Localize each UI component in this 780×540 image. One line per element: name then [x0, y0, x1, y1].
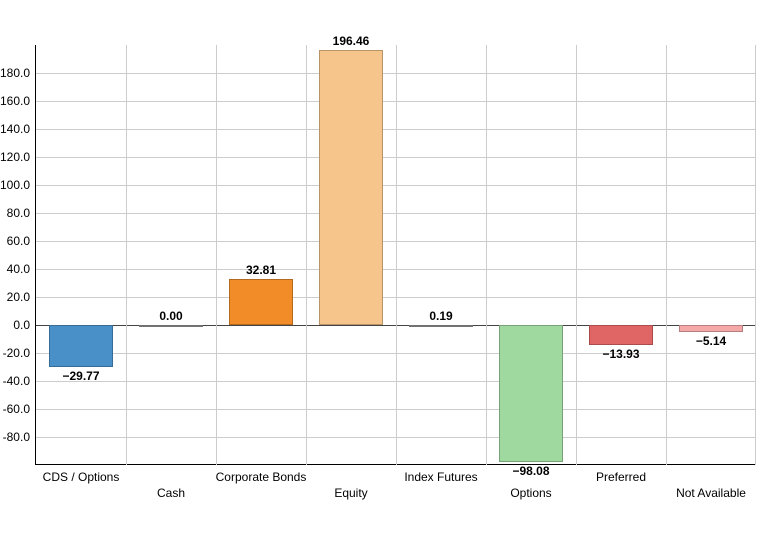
- y-tick-label: 160.0: [0, 94, 30, 108]
- x-tick-label: CDS / Options: [43, 470, 120, 484]
- x-tick-label: Not Available: [676, 486, 746, 500]
- y-tick-label: 140.0: [0, 122, 30, 136]
- bar-value-label: 32.81: [246, 263, 276, 277]
- y-tick-label: 120.0: [0, 150, 30, 164]
- bar: [139, 325, 204, 327]
- y-tick-label: 80.0: [7, 206, 30, 220]
- y-tick-label: -60.0: [3, 402, 30, 416]
- y-tick-label: 0.0: [13, 318, 30, 332]
- plot-area: -80.0-60.0-40.0-20.00.020.040.060.080.01…: [35, 45, 755, 465]
- bar-value-label: −98.08: [512, 464, 549, 478]
- bar-chart: -80.0-60.0-40.0-20.00.020.040.060.080.01…: [35, 45, 755, 465]
- bar: [229, 279, 294, 325]
- bar-value-label: −29.77: [62, 369, 99, 383]
- x-tick-label: Preferred: [596, 470, 646, 484]
- y-tick-label: 20.0: [7, 290, 30, 304]
- y-tick-label: 60.0: [7, 234, 30, 248]
- bar: [409, 325, 474, 327]
- x-tick-label: Options: [510, 486, 551, 500]
- y-tick-label: 40.0: [7, 262, 30, 276]
- y-tick-label: 100.0: [0, 178, 30, 192]
- x-tick-label: Corporate Bonds: [216, 470, 307, 484]
- gridline-v: [576, 45, 577, 465]
- gridline-v: [306, 45, 307, 465]
- bar: [499, 325, 564, 462]
- bar: [679, 325, 744, 332]
- gridline-v: [396, 45, 397, 465]
- y-tick-label: 180.0: [0, 66, 30, 80]
- gridline-v: [216, 45, 217, 465]
- bar-value-label: 196.46: [333, 34, 370, 48]
- x-tick-label: Cash: [157, 486, 185, 500]
- bar-value-label: −13.93: [602, 347, 639, 361]
- gridline-v: [486, 45, 487, 465]
- x-tick-label: Index Futures: [404, 470, 477, 484]
- bar: [589, 325, 654, 345]
- bar: [49, 325, 114, 367]
- y-tick-label: -20.0: [3, 346, 30, 360]
- bar: [319, 50, 384, 325]
- gridline-v: [126, 45, 127, 465]
- x-tick-label: Equity: [334, 486, 367, 500]
- bar-value-label: 0.19: [429, 309, 452, 323]
- gridline-v: [666, 45, 667, 465]
- y-tick-label: -40.0: [3, 374, 30, 388]
- gridline-v: [755, 45, 756, 465]
- bar-value-label: −5.14: [696, 334, 726, 348]
- bar-value-label: 0.00: [159, 309, 182, 323]
- y-tick-label: -80.0: [3, 430, 30, 444]
